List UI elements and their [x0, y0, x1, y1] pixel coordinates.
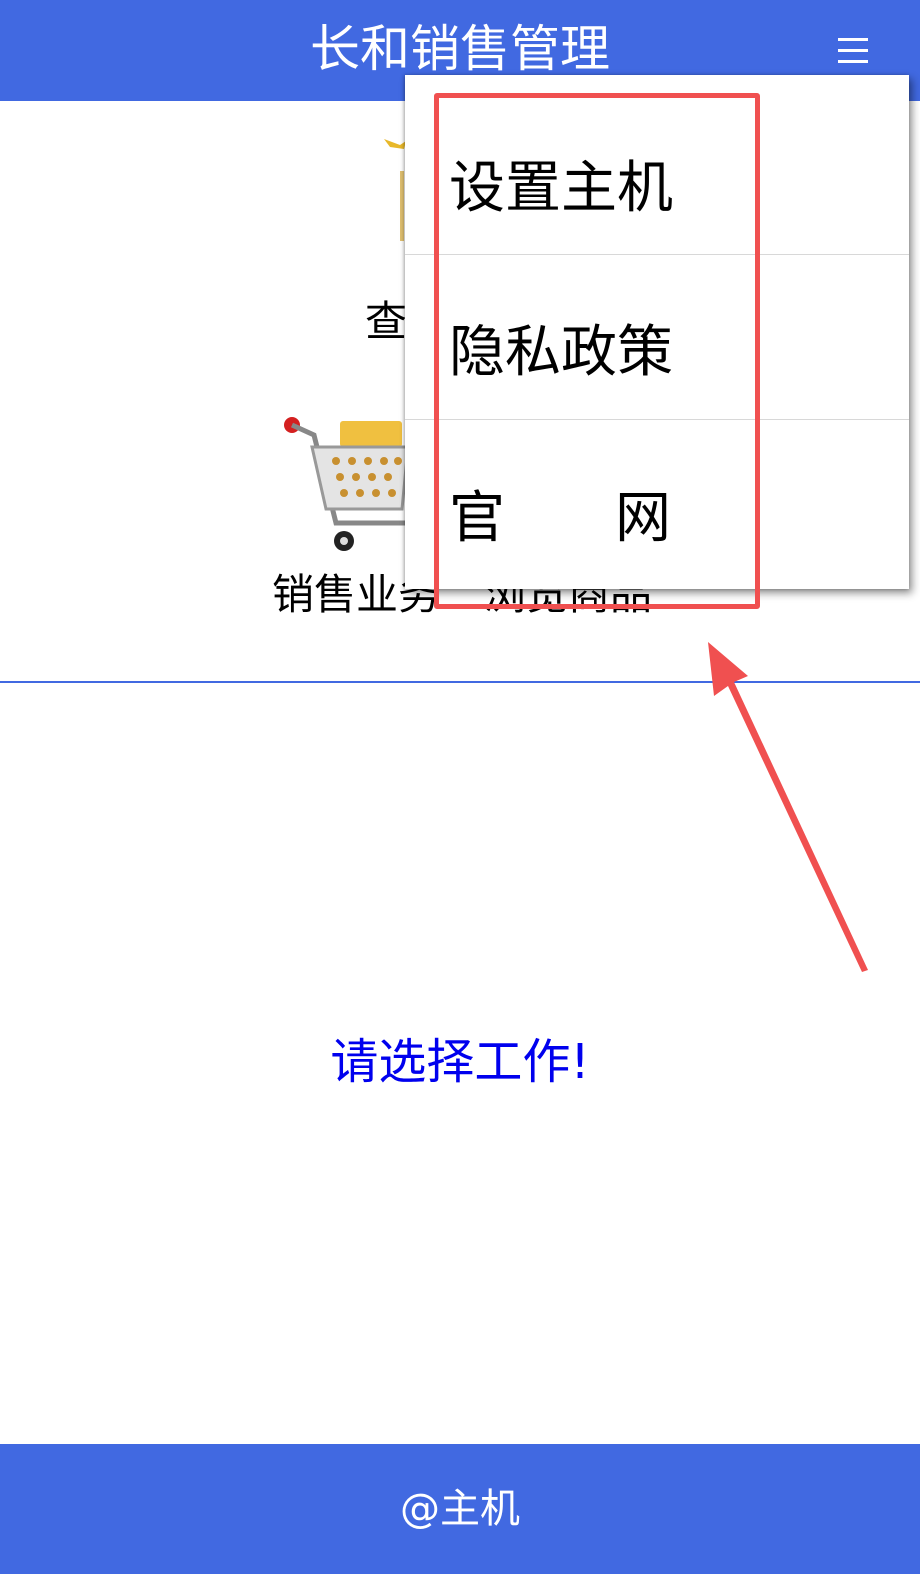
- query-label[interactable]: 查: [365, 296, 407, 348]
- menu-item-set-host[interactable]: 设置主机: [405, 91, 909, 255]
- host-status: @主机: [400, 1486, 520, 1532]
- menu-button[interactable]: [832, 22, 876, 78]
- app-footer: @主机: [0, 1444, 920, 1574]
- menu-item-label: 网: [615, 486, 671, 551]
- menu-item-label: 隐私政策: [449, 320, 673, 385]
- shopping-cart-icon[interactable]: [278, 413, 418, 555]
- dropdown-menu: 设置主机 隐私政策 官 网: [405, 75, 909, 589]
- menu-item-privacy-policy[interactable]: 隐私政策: [405, 255, 909, 419]
- menu-item-label: 设置主机: [449, 156, 673, 221]
- menu-divider: [405, 419, 909, 420]
- select-work-prompt: 请选择工作!: [330, 1034, 590, 1090]
- app-title: 长和销售管理: [310, 20, 610, 78]
- menu-item-label: 官: [449, 486, 505, 551]
- menu-item-official-site[interactable]: 官 网: [405, 421, 909, 585]
